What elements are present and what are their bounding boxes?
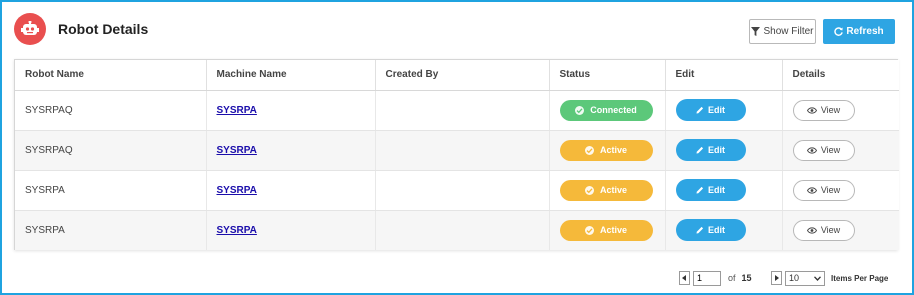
status-label: Active — [599, 185, 627, 195]
edit-label: Edit — [708, 225, 725, 236]
page-title: Robot Details — [58, 21, 149, 37]
robot-name-cell: SYSRPA — [15, 210, 207, 250]
view-label: View — [820, 105, 841, 115]
check-icon — [575, 105, 585, 115]
robot-table: Robot Name Machine Name Created By Statu… — [14, 59, 899, 250]
eye-icon — [806, 227, 817, 234]
refresh-button[interactable]: Refresh — [823, 19, 895, 44]
table-header-row: Robot Name Machine Name Created By Statu… — [15, 60, 899, 91]
table-row: SYSRPAQ SYSRPA Active Edit View — [15, 130, 899, 171]
machine-name-link[interactable]: SYSRPA — [217, 105, 257, 116]
eye-icon — [806, 146, 817, 154]
panel-header: Robot Details — [14, 12, 148, 46]
edit-cell: Edit — [665, 90, 783, 131]
pencil-icon — [696, 146, 704, 154]
view-button[interactable]: View — [792, 219, 855, 241]
view-label: View — [820, 185, 841, 195]
edit-label: Edit — [708, 105, 725, 115]
column-header-status[interactable]: Status — [549, 60, 666, 91]
status-badge: Active — [559, 179, 653, 201]
view-label: View — [820, 225, 841, 236]
check-icon — [584, 185, 594, 195]
prev-page-button[interactable] — [679, 271, 690, 285]
items-per-page-label: Items Per Page — [831, 273, 889, 283]
chevron-down-icon — [814, 275, 821, 281]
chevron-right-icon — [775, 275, 779, 281]
edit-button[interactable]: Edit — [675, 139, 746, 161]
filter-icon — [751, 27, 761, 36]
pencil-icon — [696, 227, 704, 234]
column-header-machine-name[interactable]: Machine Name — [206, 60, 376, 91]
show-filter-button[interactable]: Show Filter — [749, 19, 816, 44]
machine-name-link[interactable]: SYSRPA — [217, 145, 257, 156]
status-cell: Active — [549, 130, 666, 171]
edit-cell: Edit — [665, 170, 783, 211]
details-cell: View — [782, 210, 899, 250]
column-header-edit: Edit — [665, 60, 783, 91]
eye-icon — [806, 106, 817, 114]
view-label: View — [820, 145, 841, 155]
machine-name-cell: SYSRPA — [206, 210, 376, 250]
check-icon — [584, 145, 594, 155]
edit-button[interactable]: Edit — [675, 99, 746, 121]
eye-icon — [806, 186, 817, 194]
table-row: SYSRPA SYSRPA Active Edit View — [15, 210, 899, 250]
table-row: SYSRPAQ SYSRPA Connected Edit View — [15, 90, 899, 131]
page-of-label: of — [728, 273, 736, 283]
robot-name-cell: SYSRPAQ — [15, 90, 207, 131]
edit-label: Edit — [708, 145, 725, 155]
edit-button[interactable]: Edit — [675, 219, 746, 242]
refresh-icon — [834, 27, 844, 36]
robot-icon — [14, 13, 46, 45]
page-navigator: of 15 — [679, 270, 752, 286]
column-header-robot-name[interactable]: Robot Name — [15, 60, 207, 91]
status-label: Active — [599, 145, 627, 155]
status-badge: Connected — [559, 99, 653, 121]
page-number-input[interactable] — [693, 270, 721, 286]
table-row: SYSRPA SYSRPA Active Edit View — [15, 170, 899, 211]
check-icon — [584, 225, 594, 235]
status-badge: Active — [559, 219, 653, 241]
pencil-icon — [696, 186, 704, 194]
robot-name-cell: SYSRPAQ — [15, 130, 207, 171]
total-pages: 15 — [741, 273, 752, 283]
items-per-page-value: 10 — [789, 273, 800, 283]
status-badge: Active — [559, 139, 653, 161]
show-filter-label: Show Filter — [763, 26, 814, 37]
status-label: Active — [599, 225, 627, 236]
created-by-cell — [375, 170, 550, 211]
refresh-label: Refresh — [846, 26, 884, 37]
column-header-details: Details — [782, 60, 899, 91]
next-page-button[interactable] — [771, 271, 782, 285]
machine-name-link[interactable]: SYSRPA — [217, 225, 257, 236]
machine-name-cell: SYSRPA — [206, 90, 376, 131]
created-by-cell — [375, 210, 550, 250]
status-label: Connected — [590, 105, 637, 115]
view-button[interactable]: View — [792, 179, 855, 201]
edit-cell: Edit — [665, 130, 783, 171]
items-per-page-control: 10 Items Per Page — [771, 270, 888, 286]
machine-name-cell: SYSRPA — [206, 130, 376, 171]
edit-cell: Edit — [665, 210, 783, 250]
edit-button[interactable]: Edit — [675, 179, 746, 201]
machine-name-cell: SYSRPA — [206, 170, 376, 211]
status-cell: Active — [549, 170, 666, 211]
details-cell: View — [782, 90, 899, 131]
edit-label: Edit — [708, 185, 725, 195]
robot-details-panel: Robot Details Show Filter Refresh Robot … — [0, 0, 914, 295]
status-cell: Active — [549, 210, 666, 250]
view-button[interactable]: View — [792, 139, 855, 161]
column-header-created-by[interactable]: Created By — [375, 60, 550, 91]
items-per-page-select[interactable]: 10 — [785, 270, 825, 286]
details-cell: View — [782, 130, 899, 171]
chevron-left-icon — [682, 275, 686, 281]
created-by-cell — [375, 130, 550, 171]
pencil-icon — [696, 106, 704, 114]
machine-name-link[interactable]: SYSRPA — [217, 185, 257, 196]
status-cell: Connected — [549, 90, 666, 131]
robot-name-cell: SYSRPA — [15, 170, 207, 211]
created-by-cell — [375, 90, 550, 131]
view-button[interactable]: View — [792, 99, 855, 121]
details-cell: View — [782, 170, 899, 211]
